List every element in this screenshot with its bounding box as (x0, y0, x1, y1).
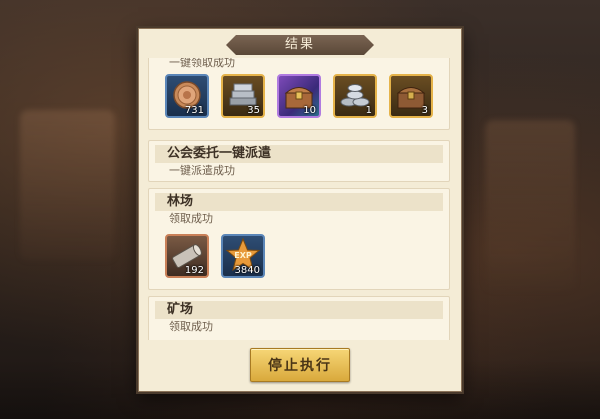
reward-item[interactable]: 3 (389, 74, 433, 118)
reward-item[interactable]: 35 (221, 74, 265, 118)
stop-execution-button[interactable]: 停止执行 (250, 348, 350, 382)
card-status: 一键派遣成功 (169, 164, 235, 177)
result-card-guild-dispatch: 公会委托一键派遣 一键派遣成功 (148, 140, 450, 182)
reward-item[interactable]: 1 (333, 74, 377, 118)
item-count: 192 (184, 265, 204, 276)
item-count: 1 (365, 105, 372, 116)
item-count: 10 (303, 105, 316, 116)
dialog-title: 结果 (226, 35, 374, 55)
item-count: 35 (247, 105, 260, 116)
item-count: 731 (184, 105, 204, 116)
svg-text:EXP: EXP (234, 251, 252, 260)
item-count: 3 (421, 105, 428, 116)
card-status: 领取成功 (169, 320, 213, 333)
card-status: 领取成功 (169, 212, 213, 225)
reward-item[interactable]: EXP 3840 (221, 234, 265, 278)
result-card-claim-all: 一键领取成功 731 35 10 1 3 (148, 58, 450, 130)
result-card-mine: 矿场 领取成功 (148, 296, 450, 340)
background-blur-right (485, 120, 575, 290)
result-card-lumber-yard: 林场 领取成功 192 EXP 3840 (148, 188, 450, 290)
reward-item[interactable]: 10 (277, 74, 321, 118)
card-header: 矿场 (155, 301, 443, 319)
item-count: 3840 (234, 265, 260, 276)
card-header: 林场 (155, 193, 443, 211)
card-header: 公会委托一键派遣 (155, 145, 443, 163)
reward-item[interactable]: 192 (165, 234, 209, 278)
result-list[interactable]: 一键领取成功 731 35 10 1 3 公会委托一键派遣 一键派遣成功 林场 … (146, 58, 454, 340)
card-status: 一键领取成功 (169, 58, 235, 69)
reward-item[interactable]: 731 (165, 74, 209, 118)
background-blur-left (20, 110, 115, 260)
